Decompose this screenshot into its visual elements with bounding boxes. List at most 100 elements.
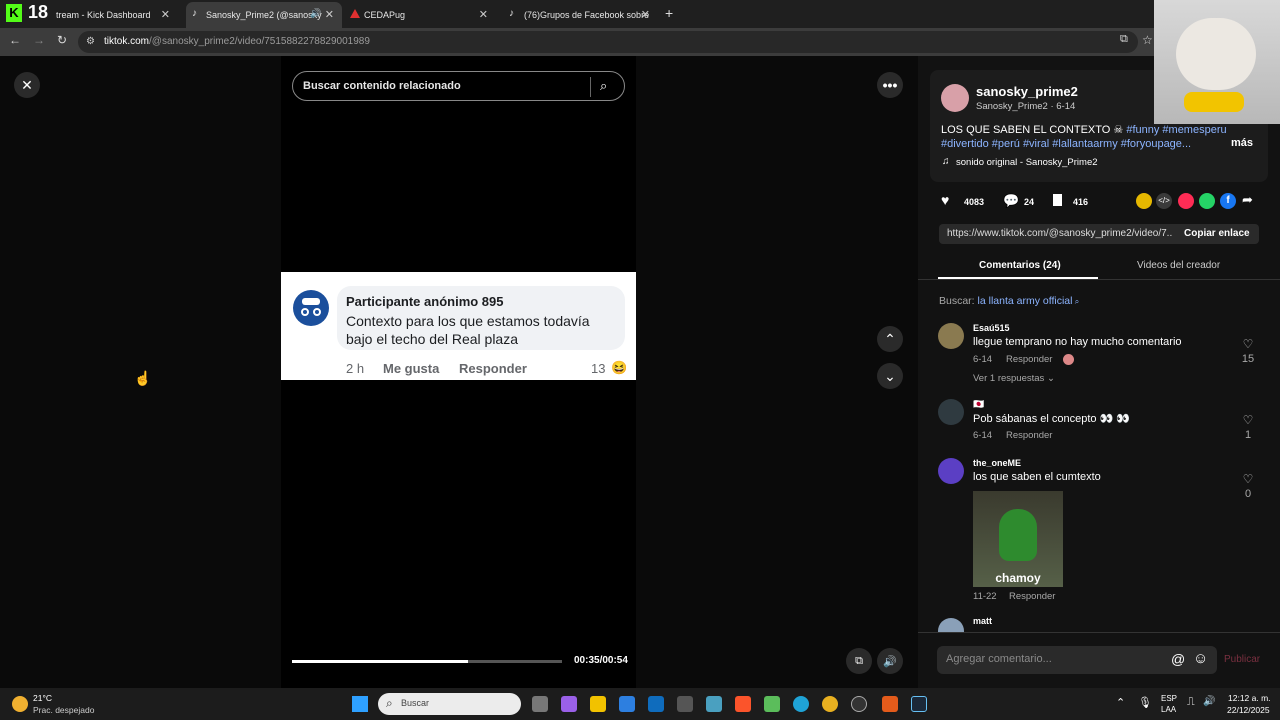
send-icon[interactable] (1178, 193, 1194, 209)
avatar[interactable] (938, 618, 964, 632)
app-grid-icon[interactable] (764, 696, 780, 712)
clock-time[interactable]: 12:12 a. m. (1228, 693, 1271, 703)
sound-label[interactable]: sonido original - Sanosky_Prime2 (956, 157, 1098, 168)
mention-icon[interactable]: @ (1171, 651, 1185, 667)
clock-date[interactable]: 22/12/2025 (1227, 705, 1270, 715)
comment-username[interactable]: 🇯🇵 (973, 399, 984, 410)
taskbar-search[interactable]: ⌕ Buscar (378, 693, 521, 715)
copy-link-button[interactable]: Copiar enlace (1184, 228, 1250, 239)
comment-text: los que saben el cumtexto (973, 471, 1101, 483)
coin-icon[interactable] (1136, 193, 1152, 209)
chrome-icon[interactable] (822, 696, 838, 712)
file-explorer-icon[interactable] (590, 696, 606, 712)
close-tab-icon[interactable]: ✕ (325, 8, 334, 21)
comment-sticker-image[interactable]: chamoy (973, 491, 1063, 587)
comment-username[interactable]: the_oneME (973, 458, 1021, 468)
start-icon[interactable] (352, 696, 368, 712)
more-link[interactable]: más (1231, 137, 1253, 149)
microphone-icon[interactable]: 🎙 (1138, 696, 1152, 709)
store-icon[interactable] (619, 696, 635, 712)
site-info-icon[interactable]: ⚙ (86, 31, 95, 53)
avatar[interactable] (938, 458, 964, 484)
video-player[interactable]: Participante anónimo 895 Contexto para l… (281, 56, 636, 688)
search-icon[interactable]: ⌕ (1072, 297, 1079, 306)
reply-button[interactable]: Responder (1009, 591, 1055, 602)
bookmark-star-icon[interactable]: ☆ (1142, 33, 1153, 47)
close-tab-icon[interactable]: ✕ (479, 8, 488, 21)
tab-tiktok[interactable]: ♪ Sanosky_Prime2 (@sanosky 🔊 ✕ (186, 2, 342, 28)
reply-button[interactable]: Responder (1006, 354, 1052, 365)
task-view-icon[interactable] (532, 696, 548, 712)
heart-icon[interactable]: ♥ (941, 192, 949, 208)
post-username[interactable]: sanosky_prime2 (976, 84, 1078, 99)
heart-outline-icon[interactable]: ♡ (1238, 472, 1258, 486)
comment-date: 6-14 (973, 354, 993, 365)
more-options-icon[interactable]: ••• (877, 72, 903, 98)
hashtags[interactable]: #divertido #perú #viral #lallantaarmy #f… (941, 138, 1191, 150)
reply-button[interactable]: Responder (1006, 430, 1052, 441)
pip-icon[interactable]: ⧉ (846, 648, 872, 674)
comment-username[interactable]: Esaú515 (973, 323, 1010, 333)
video-progress-bar[interactable] (292, 660, 562, 663)
edge-icon[interactable] (793, 696, 809, 712)
bookmark-icon[interactable] (1053, 194, 1062, 206)
previous-video-icon[interactable]: ⌃ (877, 326, 903, 352)
forward-icon[interactable]: → (33, 33, 45, 47)
embed-icon[interactable]: </> (1156, 193, 1172, 209)
app-icon[interactable] (677, 696, 693, 712)
keyboard-layout[interactable]: LAA (1161, 705, 1176, 714)
avatar[interactable] (938, 399, 964, 425)
tab-comments[interactable]: Comentarios (24) (979, 260, 1061, 271)
next-video-icon[interactable]: ⌄ (877, 363, 903, 389)
avatar[interactable] (938, 323, 964, 349)
speaker-icon[interactable]: 🔊 (310, 8, 321, 19)
heart-outline-icon[interactable]: ♡ (1238, 413, 1258, 427)
emoji-icon[interactable]: ☺ (1193, 650, 1208, 667)
search-hint-term[interactable]: la llanta army official (978, 295, 1073, 307)
brave-icon[interactable] (735, 696, 751, 712)
new-tab-button[interactable]: + (665, 5, 673, 21)
share-icons: </> f ➦ (1136, 192, 1261, 209)
monitor-icon[interactable] (706, 696, 722, 712)
comment-author: Participante anónimo 895 (346, 294, 504, 309)
tab-facebook-groups[interactable]: ♪ (76)Grupos de Facebook sobre ✕ (502, 2, 658, 28)
tab-creator-videos[interactable]: Videos del creador (1137, 260, 1220, 271)
facebook-icon[interactable]: f (1220, 193, 1236, 209)
outlook-icon[interactable] (648, 696, 664, 712)
comment-line-2: bajo el techo del Real plaza (346, 331, 519, 347)
copilot-icon[interactable] (561, 696, 577, 712)
related-search-input[interactable]: Buscar contenido relacionado ⌕ (292, 71, 625, 101)
avatar[interactable] (941, 84, 969, 112)
steam-icon[interactable] (911, 696, 927, 712)
whatsapp-icon[interactable] (1199, 193, 1215, 209)
search-icon[interactable]: ⌕ (600, 78, 607, 94)
publish-button[interactable]: Publicar (1224, 654, 1260, 665)
close-icon[interactable]: ✕ (14, 72, 40, 98)
weather-icon[interactable] (12, 696, 28, 712)
language-code[interactable]: ESP (1161, 694, 1177, 703)
comment-input[interactable]: Agregar comentario... @ ☺ (937, 646, 1217, 674)
tab-cedapug[interactable]: CEDAPug ✕ (344, 2, 496, 28)
video-time: 00:35/00:54 (574, 655, 628, 666)
comment-icon[interactable]: 💬 (1003, 193, 1019, 209)
obs-icon[interactable] (851, 696, 867, 712)
music-icon: ♫ (942, 156, 950, 167)
reload-icon[interactable]: ↻ (57, 33, 67, 47)
app-orange-icon[interactable] (882, 696, 898, 712)
volume-icon[interactable]: 🔊 (877, 648, 903, 674)
close-tab-icon[interactable]: ✕ (641, 8, 650, 21)
url-field[interactable]: ⚙ tiktok.com/@sanosky_prime2/video/75158… (78, 31, 1138, 53)
comment-username[interactable]: matt (973, 616, 992, 626)
comment-line-1: Contexto para los que estamos todavía (346, 313, 590, 329)
back-icon[interactable]: ← (9, 33, 21, 47)
heart-outline-icon[interactable]: ♡ (1238, 337, 1258, 351)
cast-icon[interactable]: ⧉ (1120, 33, 1128, 46)
network-icon[interactable]: ⎍ (1187, 696, 1195, 709)
view-replies-link[interactable]: Ver 1 respuestas ⌄ (973, 373, 1055, 384)
tab-kick-dashboard[interactable]: tream - Kick Dashboard ✕ (48, 2, 178, 28)
close-tab-icon[interactable]: ✕ (161, 8, 170, 21)
volume-icon[interactable]: 🔊 (1203, 696, 1215, 707)
tray-chevron-icon[interactable]: ⌃ (1116, 696, 1125, 709)
hashtags[interactable]: #funny #memesperu (1126, 124, 1226, 136)
share-arrow-icon[interactable]: ➦ (1242, 192, 1253, 208)
